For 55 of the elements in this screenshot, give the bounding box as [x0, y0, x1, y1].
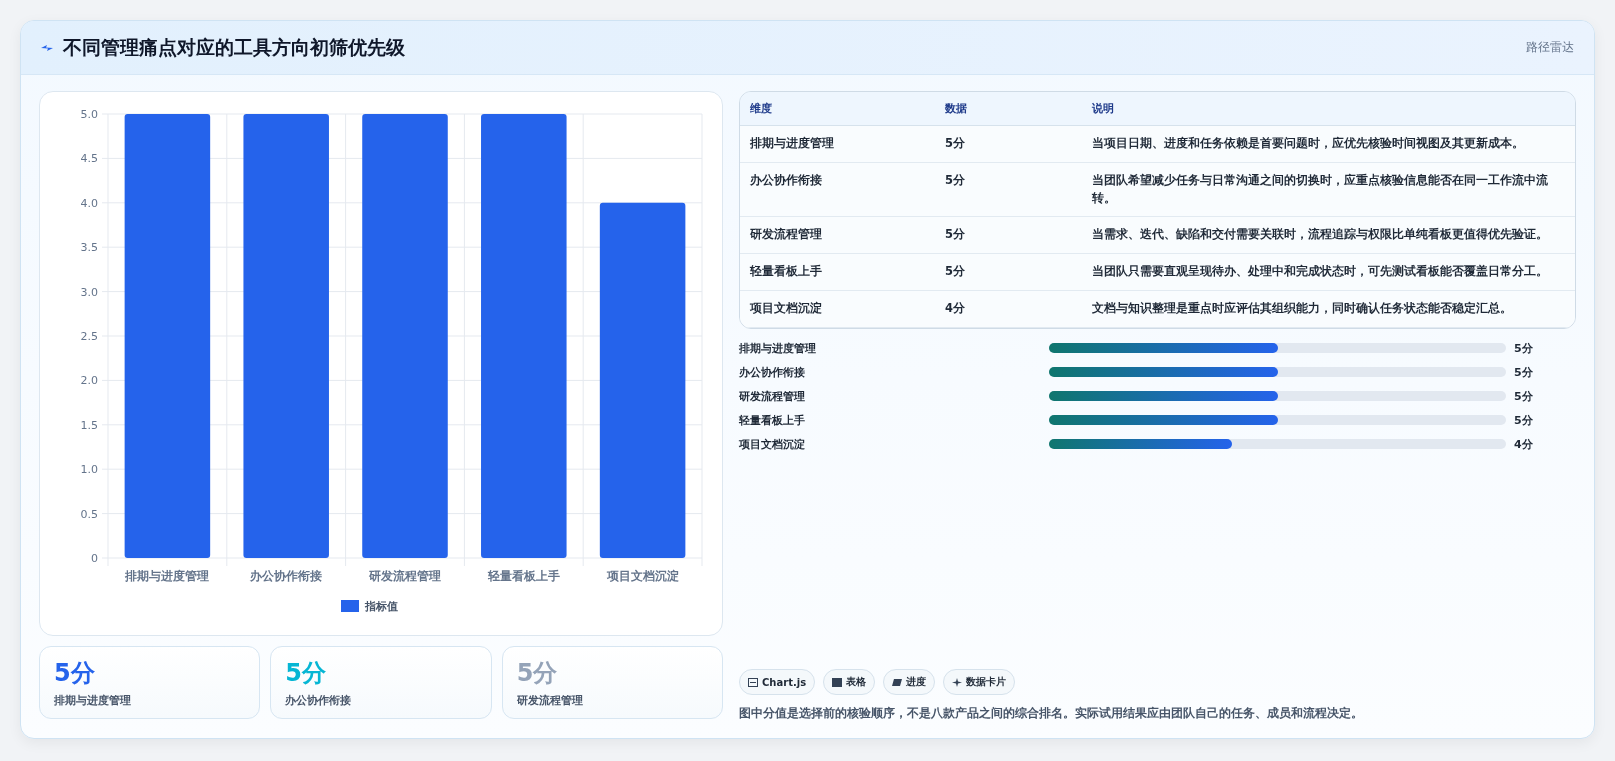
feature-chip: 数据卡片 [943, 669, 1016, 695]
progress-label: 办公协作衔接 [739, 364, 806, 380]
axis-tick-label: 1.5 [80, 418, 98, 432]
panel-title: 不同管理痛点对应的工具方向初筛优先级 [63, 34, 405, 60]
stat-label: 研发流程管理 [516, 693, 584, 708]
axis-category-label: 办公协作衔接 [250, 569, 323, 583]
table-cell: 办公协作衔接 [740, 162, 935, 218]
axis-category-label: 轻量看板上手 [487, 569, 560, 583]
axis-tick-label: 0 [91, 552, 98, 565]
progress-label: 研发流程管理 [739, 388, 806, 404]
column-header: 说明 [1082, 92, 1575, 126]
progress-label: 轻量看板上手 [739, 412, 806, 428]
axis-tick-label: 2.5 [80, 330, 98, 343]
table-cell: 5分 [935, 254, 1082, 292]
footnote: 图中分值是选择前的核验顺序，不是八款产品之间的综合排名。实际试用结果应由团队自己的任务、成员和流程决定。 [739, 705, 1364, 722]
column-header: 数据 [935, 92, 1082, 126]
stat-label: 办公协作衔接 [285, 693, 353, 708]
stat-value: 5分 [516, 658, 559, 689]
table-cell: 当项目日期、进度和任务依赖是首要问题时，应优先核验时间视图及其更新成本。 [1082, 126, 1575, 163]
table-cell: 当需求、迭代、缺陷和交付需要关联时，流程追踪与权限比单纯看板更值得优先验证。 [1082, 217, 1575, 255]
table-cell: 研发流程管理 [740, 217, 935, 255]
column-header: 维度 [740, 92, 935, 126]
feature-chip: 进度 [883, 669, 936, 695]
table-cell: 5分 [935, 217, 1082, 255]
table-cell: 当团队只需要直观呈现待办、处理中和完成状态时，可先测试看板能否覆盖日常分工。 [1082, 254, 1575, 292]
progress-value: 5分 [1513, 388, 1534, 404]
progress-value: 5分 [1513, 340, 1534, 356]
progress-value: 5分 [1513, 364, 1534, 380]
axis-tick-label: 4.0 [80, 196, 98, 210]
progress-label: 项目文档沉淀 [739, 436, 806, 452]
axis-tick-label: 1.0 [80, 463, 98, 477]
progress-value: 5分 [1513, 412, 1534, 428]
table-cell: 5分 [935, 126, 1082, 163]
progress-label: 排期与进度管理 [739, 340, 817, 356]
legend-label: 指标值 [365, 600, 398, 613]
axis-category-label: 排期与进度管理 [125, 569, 210, 583]
feature-chip: Chart.js [739, 669, 816, 695]
axis-tick-label: 3.5 [80, 241, 98, 255]
table-cell: 5分 [935, 162, 1082, 218]
axis-tick-label: 2.0 [80, 374, 98, 388]
table-cell: 轻量看板上手 [740, 254, 935, 292]
axis-category-label: 项目文档沉淀 [606, 569, 679, 583]
stat-value: 5分 [285, 658, 328, 689]
axis-tick-label: 0.5 [80, 507, 98, 521]
table-cell: 排期与进度管理 [740, 126, 935, 163]
header-tag: 路径雷达 [1526, 39, 1574, 56]
feature-chip: 表格 [823, 669, 876, 695]
axis-tick-label: 5.0 [80, 108, 98, 121]
axis-tick-label: 3.0 [80, 285, 98, 299]
axis-category-label: 研发流程管理 [369, 569, 441, 583]
stat-label: 排期与进度管理 [54, 693, 132, 708]
progress-value: 4分 [1513, 436, 1534, 452]
stat-value: 5分 [54, 658, 96, 689]
axis-tick-label: 4.5 [80, 152, 98, 166]
table-cell: 当团队希望减少任务与日常沟通之间的切换时，应重点核验信息能否在同一工作流中流转。 [1082, 162, 1575, 218]
